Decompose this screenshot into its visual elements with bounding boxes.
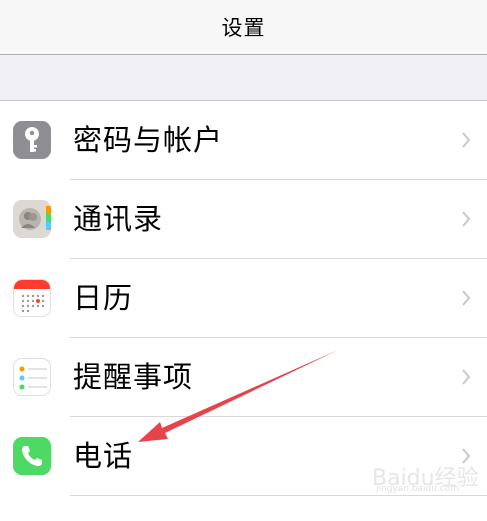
reminders-icon: [13, 358, 51, 396]
watermark-logo: Baidu经验 jingyan.baidu.com: [372, 460, 482, 500]
settings-item-label: 日历: [73, 281, 134, 315]
settings-item-reminders[interactable]: 提醒事项: [0, 338, 487, 417]
settings-item-label: 提醒事项: [73, 360, 194, 394]
section-gap: [0, 55, 487, 100]
settings-item-calendar[interactable]: 日历: [0, 259, 487, 338]
key-icon: [13, 121, 51, 159]
chevron-right-icon: [462, 211, 471, 227]
settings-item-contacts[interactable]: 通讯录: [0, 180, 487, 259]
calendar-icon: [13, 279, 51, 317]
watermark-url: jingyan.baidu.com: [376, 484, 460, 494]
settings-list: 密码与帐户 通讯录 日历 提醒事项 电话: [0, 100, 487, 521]
settings-item-label: 电话: [73, 439, 134, 473]
navigation-bar: 设置: [0, 0, 487, 55]
settings-item-label: 通讯录: [73, 202, 164, 236]
chevron-right-icon: [462, 290, 471, 306]
phone-icon: [13, 437, 51, 475]
chevron-right-icon: [462, 132, 471, 148]
contacts-icon: [13, 200, 51, 238]
settings-item-passwords-accounts[interactable]: 密码与帐户: [0, 101, 487, 180]
page-title: 设置: [221, 16, 266, 40]
chevron-right-icon: [462, 369, 471, 385]
settings-item-label: 密码与帐户: [73, 123, 224, 157]
